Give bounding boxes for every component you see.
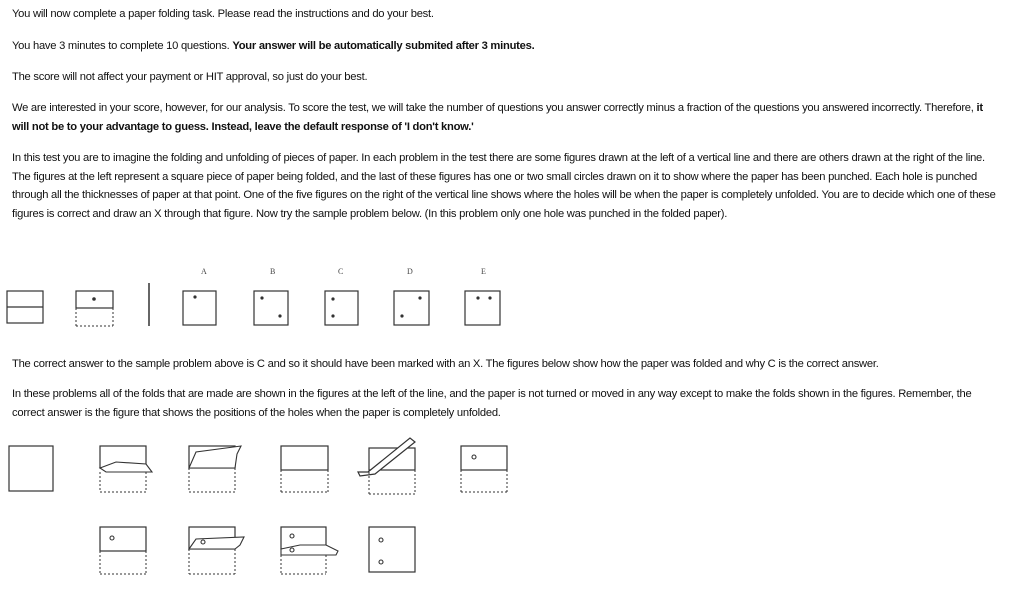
option-label-c: C <box>338 267 343 276</box>
intro-task-text: You will now complete a paper folding ta… <box>12 8 434 20</box>
option-label-d: D <box>407 267 413 276</box>
sample-fold-step-1 <box>6 290 44 324</box>
option-a-figure[interactable] <box>182 290 217 326</box>
intro-time-limit: You have 3 minutes to complete 10 questi… <box>12 40 535 52</box>
explain-step-1-paper <box>8 445 54 492</box>
option-d-figure[interactable] <box>393 290 430 326</box>
explain-step-4-folded <box>280 445 329 493</box>
explain-step-2-fold-up <box>98 445 154 493</box>
option-c-figure[interactable] <box>324 290 359 326</box>
option-b-figure[interactable] <box>253 290 289 326</box>
option-label-e: E <box>481 267 486 276</box>
option-e-figure[interactable] <box>464 290 501 326</box>
unfold-step-1 <box>99 526 147 575</box>
unfold-final-result <box>368 526 416 573</box>
explanation-correct-answer: The correct answer to the sample problem… <box>12 358 879 370</box>
option-label-a: A <box>201 267 207 276</box>
intro-auto-submit-warning: Your answer will be automatically submit… <box>232 40 535 52</box>
option-label-b: B <box>270 267 275 276</box>
explain-step-6-punched <box>460 445 508 493</box>
instructions-text: In this test you are to imagine the fold… <box>12 152 996 220</box>
explanation-figure-row-2 <box>0 520 1015 586</box>
unfold-step-2 <box>187 526 245 575</box>
sample-fold-step-2 <box>75 290 114 327</box>
unfold-step-3 <box>280 526 339 575</box>
explanation-folding-rules: In these problems all of the folds that … <box>12 388 972 419</box>
intro-scoring-explanation: We are interested in your score, however… <box>12 102 983 133</box>
explanation-figure-row-1 <box>0 432 1015 502</box>
explain-step-5-punch <box>357 437 416 495</box>
intro-score-note: The score will not affect your payment o… <box>12 71 368 83</box>
sample-problem-figure: A B C D E <box>0 258 1015 338</box>
explain-step-3-folding <box>188 445 242 493</box>
